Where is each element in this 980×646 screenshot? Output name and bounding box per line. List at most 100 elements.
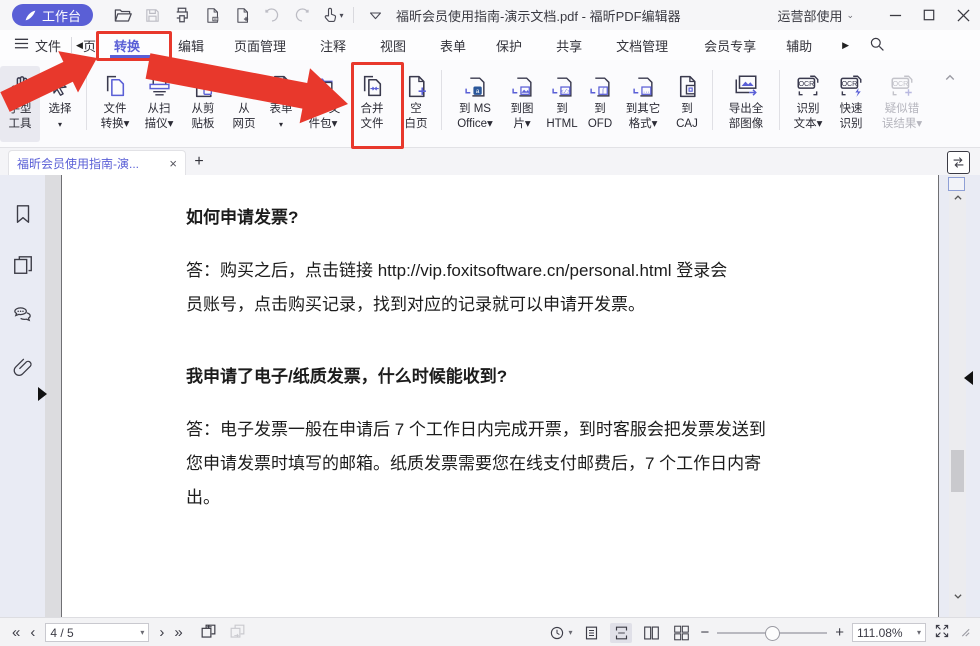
hamburger-icon[interactable] xyxy=(14,36,29,54)
close-tab-icon[interactable]: × xyxy=(169,156,177,171)
previous-page-button[interactable]: ‹ xyxy=(30,625,35,640)
menu-tab-protect[interactable]: 保护 xyxy=(496,36,522,55)
document-tab-title: 福昕会员使用指南-演... xyxy=(17,155,163,172)
minimize-button[interactable] xyxy=(878,1,912,30)
clock-icon xyxy=(549,625,565,641)
tool-from-scanner[interactable]: 从扫 描仪▾ xyxy=(137,66,181,142)
clipboard-icon xyxy=(191,70,216,102)
menu-tab-assist[interactable]: 辅助 xyxy=(786,36,812,55)
zoom-slider[interactable] xyxy=(717,623,827,643)
document-tab[interactable]: 福昕会员使用指南-演... × xyxy=(8,150,186,175)
zoom-slider-knob[interactable] xyxy=(765,626,780,641)
page-number-input[interactable]: 4 / 5 ▾ xyxy=(45,623,149,642)
save-icon[interactable] xyxy=(137,4,167,26)
document-area: 如何申请发票? 答：购买之后，点击链接 http://vip.foxitsoft… xyxy=(0,175,980,617)
menu-partial-tab[interactable]: 页 xyxy=(83,36,96,55)
tool-blank-page[interactable]: 空 白页 xyxy=(397,66,435,142)
collapse-toolbar-icon[interactable] xyxy=(944,72,956,87)
tool-to-other-format[interactable]: … 到其它 格式▾ xyxy=(618,66,668,142)
tool-form[interactable]: 表单 ▾ xyxy=(263,66,299,142)
chevron-down-icon[interactable] xyxy=(360,4,390,26)
fullscreen-icon[interactable] xyxy=(934,623,950,642)
close-button[interactable] xyxy=(946,1,980,30)
tool-label: 表单 xyxy=(270,102,293,117)
tool-pdf-package[interactable]: PDF文 件包▾ xyxy=(299,66,347,142)
expand-right-panel-icon[interactable] xyxy=(964,371,973,385)
svg-text:OCR: OCR xyxy=(799,81,815,88)
facing-view-icon[interactable] xyxy=(640,623,662,643)
search-icon[interactable] xyxy=(869,36,885,55)
to-office-icon: a xyxy=(463,70,488,102)
tool-to-caj[interactable]: 到 CAJ xyxy=(668,66,706,142)
menu-file[interactable]: 文件 xyxy=(35,36,61,55)
tab-scroll-right-icon[interactable]: ▶ xyxy=(842,40,849,51)
tool-merge-files[interactable]: 合并 文件 xyxy=(347,66,397,142)
menu-tab-doc-manage[interactable]: 文档管理 xyxy=(616,36,668,55)
zoom-in-button[interactable]: + xyxy=(835,625,844,640)
tool-from-clipboard[interactable]: 从剪 贴板 xyxy=(181,66,225,142)
attachments-panel-icon[interactable] xyxy=(12,357,34,384)
zoom-out-button[interactable]: − xyxy=(700,625,709,640)
tool-label: 误结果▾ xyxy=(882,117,922,132)
menu-tab-form[interactable]: 表单 xyxy=(440,36,466,55)
bookmarks-panel-icon[interactable] xyxy=(12,203,34,230)
last-page-button[interactable]: » xyxy=(174,625,182,640)
tap-tool-icon[interactable]: ▾ xyxy=(317,4,347,26)
tool-ocr-text[interactable]: OCR 识别 文本▾ xyxy=(786,66,830,142)
new-page-icon[interactable] xyxy=(227,4,257,26)
auto-scroll-button[interactable]: ▾ xyxy=(549,625,572,641)
continuous-view-icon[interactable] xyxy=(610,623,632,643)
zoom-level-input[interactable]: 111.08% ▾ xyxy=(852,623,926,642)
workspace-button[interactable]: 工作台 xyxy=(12,4,93,26)
answer-line: 答：电子发票一般在申请后 7 个工作日内完成开票，到时客服会把发票发送到 xyxy=(186,413,938,447)
undo-icon[interactable] xyxy=(257,4,287,26)
previous-view-icon[interactable] xyxy=(199,622,218,644)
tool-to-html[interactable]: </> 到 HTML xyxy=(542,66,582,142)
menu-tab-comment[interactable]: 注释 xyxy=(320,36,346,55)
tool-label: 到其它 xyxy=(626,102,661,117)
print-icon[interactable] xyxy=(167,4,197,26)
scroll-down-icon[interactable] xyxy=(950,591,965,604)
tool-label: 快速 xyxy=(840,102,863,117)
tool-quick-ocr[interactable]: OCR 快速 识别 xyxy=(830,66,872,142)
tool-ocr-suspects[interactable]: OCR 疑似错 误结果▾ xyxy=(872,66,932,142)
tool-hand[interactable]: 手型 工具 xyxy=(0,66,40,142)
expand-left-panel-icon[interactable] xyxy=(38,387,47,401)
tab-scroll-left-icon[interactable]: ◀ xyxy=(76,40,83,51)
menu-tab-convert[interactable]: 转换 xyxy=(114,36,140,55)
answer-line: 答：购买之后，点击链接 http://vip.foxitsoftware.cn/… xyxy=(186,254,938,288)
menu-tab-page-manage[interactable]: 页面管理 xyxy=(234,36,286,55)
tool-to-ofd[interactable]: ∫ 到 OFD xyxy=(582,66,618,142)
export-page-icon[interactable] xyxy=(197,4,227,26)
tool-label: 导出全 xyxy=(729,102,764,117)
first-page-button[interactable]: « xyxy=(12,625,20,640)
scrollbar-thumb[interactable] xyxy=(951,450,964,492)
menu-tab-member[interactable]: 会员专享 xyxy=(704,36,756,55)
single-page-view-icon[interactable] xyxy=(580,623,602,643)
tool-label: 贴板 xyxy=(192,117,215,132)
tool-select[interactable]: 选择 ▾ xyxy=(40,66,80,142)
resize-grip[interactable] xyxy=(958,625,970,640)
account-menu[interactable]: 运营部使用 ⌄ xyxy=(777,6,854,25)
tool-to-image[interactable]: 到图 片▾ xyxy=(502,66,542,142)
new-tab-button[interactable]: + xyxy=(186,148,212,175)
tool-export-all-images[interactable]: 导出全 部图像 xyxy=(719,66,773,142)
tool-to-ms-office[interactable]: a 到 MS Office▾ xyxy=(448,66,502,142)
split-view-handle[interactable] xyxy=(948,177,965,191)
swap-view-icon[interactable] xyxy=(947,151,970,174)
menu-tab-edit[interactable]: 编辑 xyxy=(178,36,204,55)
maximize-button[interactable] xyxy=(912,1,946,30)
tool-file-convert[interactable]: 文件 转换▾ xyxy=(93,66,137,142)
menu-tab-share[interactable]: 共享 xyxy=(556,36,582,55)
next-view-icon[interactable] xyxy=(228,622,247,644)
vertical-scrollbar[interactable] xyxy=(949,175,966,617)
redo-icon[interactable] xyxy=(287,4,317,26)
scroll-up-icon[interactable] xyxy=(950,193,965,206)
pages-panel-icon[interactable] xyxy=(12,254,34,281)
tool-from-web[interactable]: 从 网页 xyxy=(225,66,263,142)
next-page-button[interactable]: › xyxy=(159,625,164,640)
menu-tab-view[interactable]: 视图 xyxy=(380,36,406,55)
open-file-icon[interactable] xyxy=(107,4,137,26)
comments-panel-icon[interactable] xyxy=(11,305,34,333)
facing-continuous-view-icon[interactable] xyxy=(670,623,692,643)
